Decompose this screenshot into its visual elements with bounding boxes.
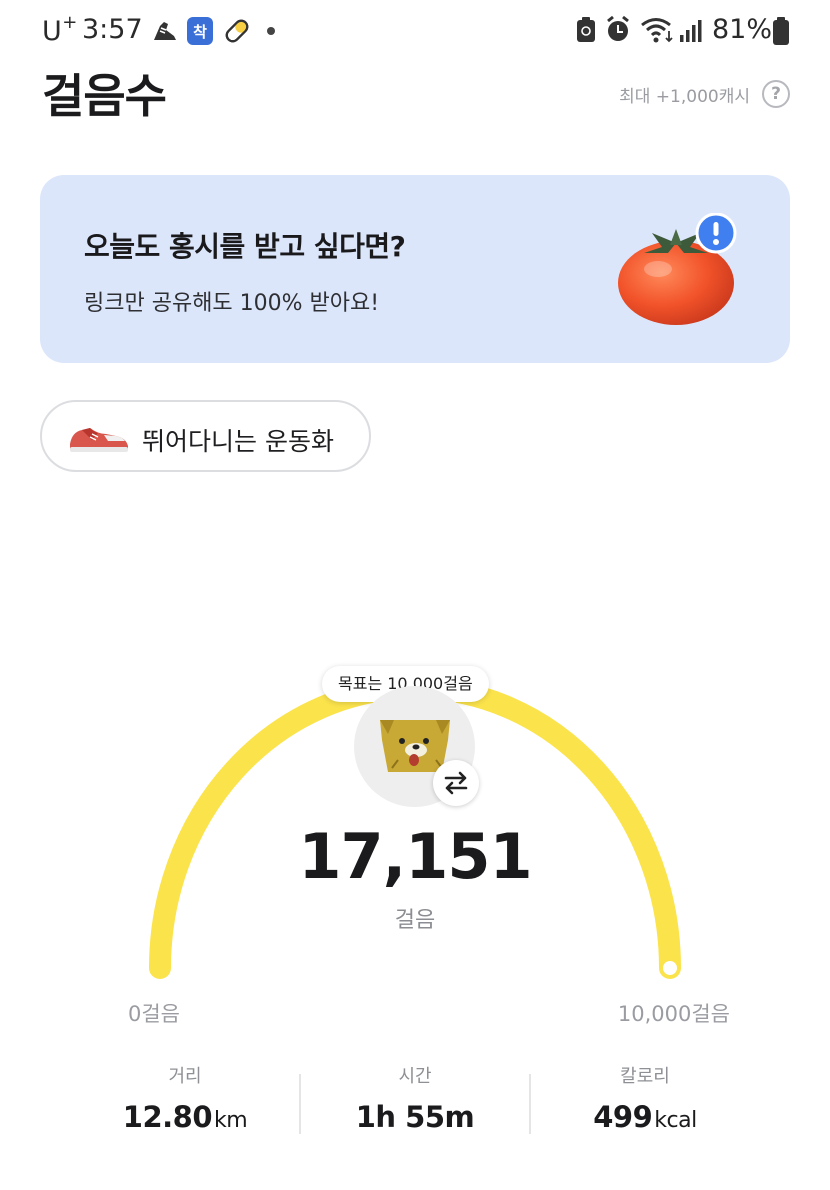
banner-subtitle: 링크만 공유해도 100% 받아요! (84, 291, 380, 316)
chak-app-icon: 착 (187, 17, 213, 45)
swap-character-button[interactable] (433, 760, 479, 806)
more-notifications-dot (267, 27, 275, 35)
pill-icon (225, 19, 249, 43)
distance-unit: km (214, 1108, 248, 1133)
recycle-icon (577, 17, 595, 42)
distance-label: 거리 (168, 1066, 202, 1087)
calories-value: 499kcal (593, 1100, 697, 1134)
stat-distance: 거리 12.80km (70, 1062, 300, 1134)
share-banner[interactable]: 오늘도 홍시를 받고 싶다면? 링크만 공유해도 100% 받아요! (40, 175, 790, 363)
carrier-label: U+ (42, 12, 78, 47)
calories-unit: kcal (654, 1108, 697, 1133)
time-label: 시간 (398, 1066, 432, 1087)
alarm-icon (607, 15, 629, 41)
max-cash-label: 최대 +1,000캐시 (619, 87, 750, 107)
distance-value: 12.80km (122, 1100, 248, 1134)
status-bar: U+ 3:57 착 81% (0, 0, 830, 62)
signal-icon (680, 20, 702, 42)
persimmon-alert-icon (618, 213, 737, 325)
calories-label: 칼로리 (620, 1066, 670, 1087)
step-unit: 걸음 (394, 908, 436, 933)
shoe-notification-icon (154, 22, 176, 40)
swap-arrows-icon (444, 771, 468, 795)
wifi-icon (641, 18, 673, 43)
stat-time: 시간 1h 55m (300, 1062, 530, 1134)
sneaker-icon (70, 428, 128, 452)
clock: 3:57 (82, 14, 143, 45)
stat-calories: 칼로리 499kcal (530, 1062, 760, 1134)
gauge-min-label: 0걸음 (128, 1002, 181, 1026)
shoe-selector-chip[interactable]: 뛰어다니는 운동화 (40, 400, 371, 472)
step-count: 17,151 (298, 820, 532, 893)
shoe-chip-label: 뛰어다니는 운동화 (142, 427, 334, 456)
page-title: 걸음수 (42, 69, 167, 123)
help-button[interactable]: ? (762, 80, 790, 108)
battery-icon (773, 17, 789, 45)
banner-title: 오늘도 홍시를 받고 싶다면? (84, 230, 406, 263)
svg-text:착: 착 (193, 23, 207, 41)
gauge-max-label: 10,000걸음 (617, 1002, 730, 1026)
gauge-end-marker (663, 961, 677, 975)
battery-percent: 81% (712, 14, 773, 45)
time-value: 1h 55m (355, 1100, 475, 1134)
